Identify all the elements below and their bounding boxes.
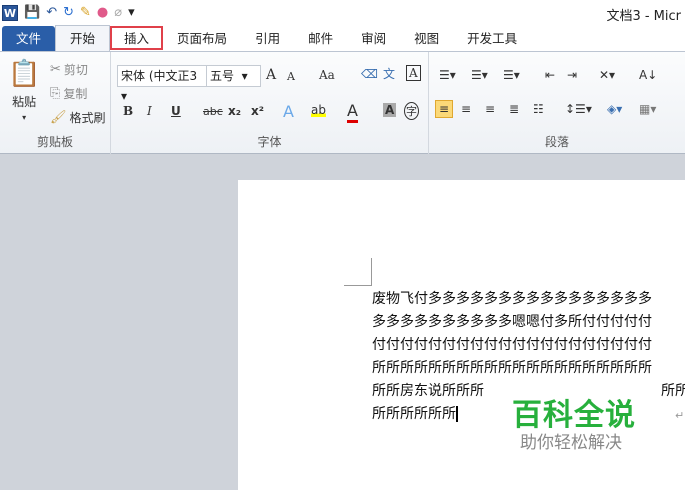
paragraph-label: 段落 xyxy=(544,135,569,149)
color-wheel-icon[interactable]: ● xyxy=(97,5,108,21)
tab-references[interactable]: 引用 xyxy=(241,26,294,51)
paragraph-mark: ↵ xyxy=(675,409,685,422)
bold-button[interactable]: B xyxy=(123,104,133,118)
text-cursor xyxy=(456,406,458,422)
highlight-icon[interactable]: ab xyxy=(311,103,326,117)
tab-insert[interactable]: 插入 xyxy=(110,26,164,50)
line-spacing-icon[interactable]: ↕☰▾ xyxy=(565,102,592,116)
text-effects-icon[interactable]: A xyxy=(283,102,294,121)
text-line: 所所所所所所所所所所所所所所所所所所所所 xyxy=(372,360,652,376)
distributed-icon[interactable]: ☷ xyxy=(533,102,544,116)
paragraph-group: ☰▾ ☰▾ ☰▾ ⇤ ⇥ ✕▾ A↓ ≡ ≡ ≡ ≣ ☷ ↕☰▾ ◈▾ ▦▾ 段… xyxy=(429,52,685,154)
superscript-button[interactable]: x² xyxy=(251,104,264,118)
watermark-subtitle: 助你轻松解决 xyxy=(520,433,622,453)
font-label: 字体 xyxy=(257,135,282,149)
tab-review[interactable]: 审阅 xyxy=(347,26,400,51)
redo-icon[interactable]: ↻ xyxy=(63,5,74,21)
clipboard-label: 剪贴板 xyxy=(36,135,73,149)
margin-corner-mark xyxy=(344,258,372,286)
save-icon[interactable]: 💾 xyxy=(24,5,40,21)
text-line: 付付付付付付付付付付付付付付付付付付付付 xyxy=(372,337,652,353)
grow-font-button[interactable]: A xyxy=(266,67,276,83)
align-right-icon[interactable]: ≡ xyxy=(485,102,495,116)
ribbon: 📋 粘贴 ▾ ✂ 剪切 ⎘ 复制 🖌 格式刷 剪贴板 宋体 (中文正3 ▾ 五号 ▾ A… xyxy=(0,52,685,154)
text-line-last: 所所所所所所 xyxy=(372,406,458,422)
strikethrough-button[interactable]: abc xyxy=(203,105,223,118)
copy-icon: ⎘ xyxy=(50,85,61,101)
clipboard-group: 📋 粘贴 ▾ ✂ 剪切 ⎘ 复制 🖌 格式刷 剪贴板 xyxy=(0,52,111,154)
text-line: 废物飞付多多多多多多多多多多多多多多多多 xyxy=(372,291,652,307)
increase-indent-icon[interactable]: ⇥ xyxy=(567,68,577,82)
bullets-icon[interactable]: ☰▾ xyxy=(439,68,456,82)
copy-button[interactable]: ⎘ 复制 xyxy=(50,85,87,102)
paste-button[interactable]: 📋 粘贴 ▾ xyxy=(8,58,40,122)
change-case-button[interactable]: Aa xyxy=(319,68,335,82)
shrink-font-button[interactable]: A xyxy=(287,70,295,83)
scissors-icon: ✂ xyxy=(50,61,61,77)
sort-icon[interactable]: A↓ xyxy=(639,68,657,82)
multilevel-list-icon[interactable]: ☰▾ xyxy=(503,68,520,82)
title-bar: W 💾 ↶ ↻ ✎ ● ⌀ ▾ 文档3 - Micr xyxy=(0,0,685,25)
align-center-icon[interactable]: ≡ xyxy=(461,102,471,116)
eraser-icon[interactable]: ⌀ xyxy=(114,5,122,21)
numbering-icon[interactable]: ☰▾ xyxy=(471,68,488,82)
tab-page-layout[interactable]: 页面布局 xyxy=(163,26,241,51)
tab-file[interactable]: 文件 xyxy=(2,26,56,51)
font-size-select[interactable]: 五号 ▾ xyxy=(206,65,261,87)
customize-qa-icon[interactable]: ▾ xyxy=(128,5,135,21)
decrease-indent-icon[interactable]: ⇤ xyxy=(545,68,555,82)
underline-button[interactable]: U xyxy=(171,104,181,118)
asian-layout-icon[interactable]: ✕▾ xyxy=(599,68,615,82)
format-painter-button[interactable]: 🖌 格式刷 xyxy=(50,109,106,126)
char-border-icon[interactable]: A xyxy=(406,65,421,81)
clipboard-icon: 📋 xyxy=(8,59,41,89)
brush-icon: 🖌 xyxy=(50,109,67,125)
tab-home[interactable]: 开始 xyxy=(55,25,111,51)
cut-button[interactable]: ✂ 剪切 xyxy=(50,61,88,78)
font-color-button[interactable]: A xyxy=(347,101,358,123)
char-shading-button[interactable]: A xyxy=(383,103,397,117)
text-line: 所所房东说所所所 xyxy=(372,383,484,399)
italic-button[interactable]: I xyxy=(147,104,152,118)
document-page[interactable]: 废物飞付多多多多多多多多多多多多多多多多 多多多多多多多多多多嗯嗯付多所付付付付… xyxy=(238,180,685,490)
subscript-button[interactable]: x₂ xyxy=(228,104,241,118)
phonetic-guide-icon[interactable]: 文 xyxy=(383,65,395,82)
clear-format-icon[interactable]: ⌫ xyxy=(361,67,378,81)
word-icon: W xyxy=(2,4,18,21)
align-left-icon[interactable]: ≡ xyxy=(435,100,454,118)
justify-icon[interactable]: ≣ xyxy=(509,102,519,116)
font-name-select[interactable]: 宋体 (中文正3 ▾ xyxy=(117,65,207,103)
pens-icon[interactable]: ✎ xyxy=(80,5,91,21)
tab-view[interactable]: 视图 xyxy=(400,26,453,51)
text-line-right: 所所 xyxy=(661,383,685,399)
enclose-char-button[interactable]: 字 xyxy=(404,102,419,120)
window-title: 文档3 - Micr xyxy=(606,9,681,24)
ribbon-tabs: 文件 开始 插入 页面布局 引用 邮件 审阅 视图 开发工具 xyxy=(0,25,685,52)
tab-developer[interactable]: 开发工具 xyxy=(453,26,531,51)
shading-icon[interactable]: ◈▾ xyxy=(607,102,622,116)
borders-icon[interactable]: ▦▾ xyxy=(639,102,656,116)
tab-mailings[interactable]: 邮件 xyxy=(294,26,347,51)
text-line: 多多多多多多多多多多嗯嗯付多所付付付付付 xyxy=(372,314,652,330)
font-group: 宋体 (中文正3 ▾ 五号 ▾ A A Aa ⌫ 文 A B I U abc x… xyxy=(111,52,429,154)
undo-icon[interactable]: ↶ xyxy=(46,5,57,21)
